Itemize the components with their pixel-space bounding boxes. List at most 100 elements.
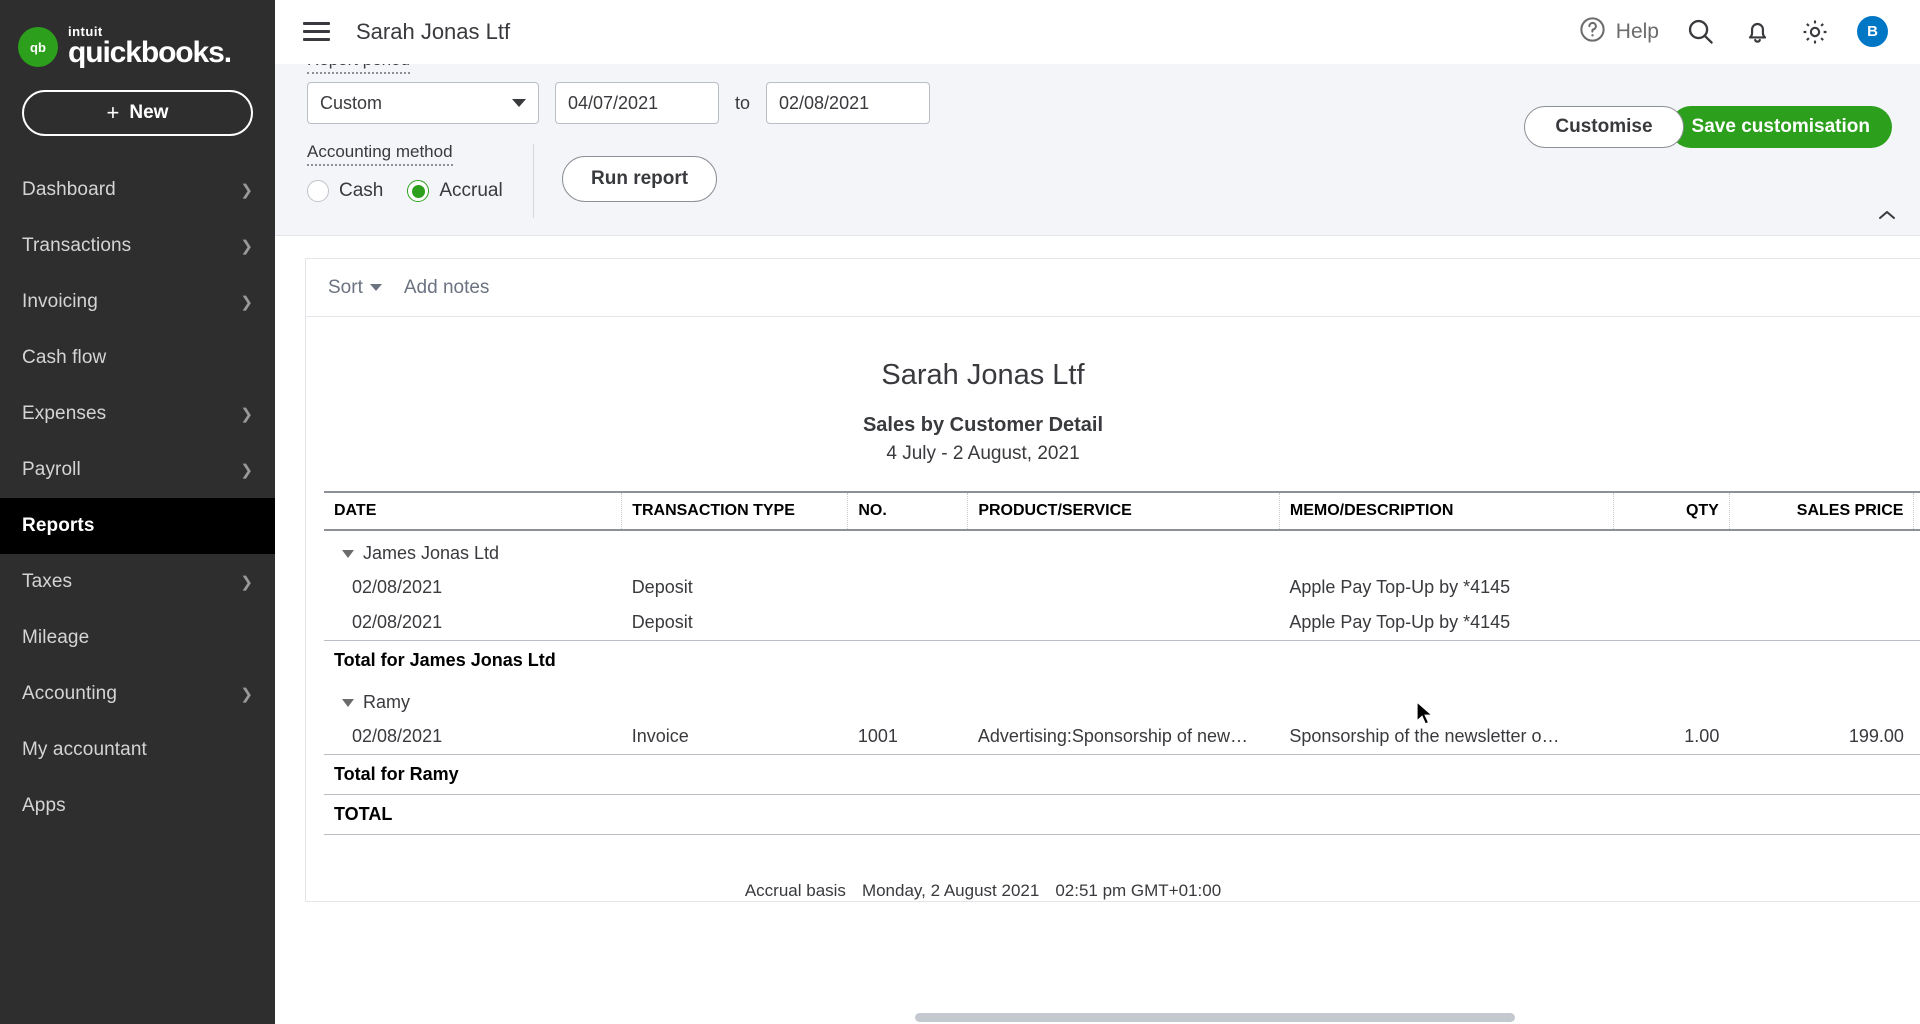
sidebar-item-label: Cash flow (22, 347, 107, 368)
sort-button[interactable]: Sort (328, 277, 382, 299)
total-label: TOTAL (324, 794, 1914, 835)
new-button[interactable]: + New (22, 90, 253, 136)
sidebar-item-label: Apps (22, 795, 66, 816)
cell-amount: 8.33 (1914, 605, 1920, 641)
cell-sales-price: 199.00 (1848, 726, 1904, 746)
sidebar-item-cash-flow[interactable]: Cash flow (0, 330, 275, 386)
cell-date: 02/08/2021 (352, 612, 443, 632)
sidebar-item-label: Invoicing (22, 291, 98, 312)
cell-memo-description: Apple Pay Top-Up by *4145 (1289, 612, 1511, 632)
horizontal-scrollbar[interactable] (915, 1013, 1515, 1022)
report-filter-panel: Report period Custom 04/07/2021 to 02/08… (275, 64, 1920, 236)
cell-date: 02/08/2021 (352, 726, 443, 746)
total-amount: £215.66 (1913, 794, 1920, 835)
collapse-panel-button[interactable] (1872, 201, 1902, 229)
customise-button[interactable]: Customise (1524, 106, 1684, 148)
triangle-down-icon[interactable] (342, 549, 354, 558)
column-header-memo-description[interactable]: MEMO/DESCRIPTION (1278, 491, 1614, 531)
gear-icon[interactable] (1799, 16, 1831, 48)
quickbooks-logo[interactable]: qb intuit quickbooks. (0, 0, 275, 72)
radio-accrual-label: Accrual (439, 180, 503, 201)
new-button-label: New (129, 102, 169, 123)
cell-transaction-type: Invoice (631, 726, 689, 746)
sidebar-item-transactions[interactable]: Transactions ❯ (0, 218, 275, 274)
company-name: Sarah Jonas Ltf (356, 18, 511, 44)
run-report-button[interactable]: Run report (562, 156, 718, 202)
column-header-date[interactable]: DATE (324, 491, 622, 531)
table-row[interactable]: 02/08/2021 Deposit Apple Pay Top-Up by *… (324, 605, 1920, 641)
group-name: James Jonas Ltd (363, 543, 500, 563)
cell-sales-price (1729, 570, 1914, 605)
sidebar-item-label: Dashboard (22, 179, 116, 200)
sidebar-item-expenses[interactable]: Expenses ❯ (0, 386, 275, 442)
sidebar-item-label: Payroll (22, 459, 81, 480)
triangle-down-icon[interactable] (342, 698, 354, 707)
avatar[interactable]: B (1857, 16, 1888, 47)
chevron-down-icon (369, 284, 382, 291)
date-to-value: 02/08/2021 (779, 92, 870, 113)
sidebar-item-label: Mileage (22, 627, 90, 648)
sidebar-item-label: My accountant (22, 739, 147, 760)
report-title: Sales by Customer Detail (862, 414, 1104, 436)
column-header-amount[interactable]: AMOUNT (1913, 491, 1920, 531)
sidebar-item-label: Expenses (22, 403, 107, 424)
radio-accrual[interactable]: Accrual (407, 180, 503, 202)
sidebar-item-my-accountant[interactable]: My accountant (0, 722, 275, 778)
column-header-no[interactable]: NO. (847, 491, 968, 531)
column-header-transaction-type[interactable]: TRANSACTION TYPE (621, 491, 848, 531)
report-company-name: Sarah Jonas Ltf (881, 359, 1085, 391)
cell-qty: 1.00 (1684, 726, 1720, 746)
menu-icon[interactable] (303, 22, 330, 41)
radio-cash[interactable]: Cash (307, 180, 383, 202)
subtotal-label: Total for James Jonas Ltd (324, 640, 1914, 680)
notification-bell-icon[interactable] (1742, 16, 1773, 47)
accounting-method-row: Accounting method Cash Accrual Run repor… (307, 142, 1892, 218)
cell-qty (1614, 570, 1729, 605)
filter-panel-actions: Customise Save customisation (1524, 106, 1892, 148)
group-header-row[interactable]: Ramy (324, 680, 1920, 719)
top-bar-actions: Help B (1578, 15, 1902, 49)
footer-time: 02:51 pm GMT+01:00 (1055, 881, 1222, 900)
date-from-input[interactable]: 04/07/2021 (555, 82, 719, 124)
grand-total-row: TOTAL £215.66 (324, 794, 1920, 835)
search-icon[interactable] (1685, 16, 1716, 47)
column-header-product-service[interactable]: PRODUCT/SERVICE (967, 491, 1280, 531)
table-row[interactable]: 02/08/2021 Deposit Apple Pay Top-Up by *… (324, 570, 1920, 605)
report-card: Sort Add notes Sarah Jonas Ltf Sales by … (305, 258, 1920, 902)
top-bar: Sarah Jonas Ltf Help B (275, 0, 1920, 64)
sidebar-item-label: Transactions (22, 235, 132, 256)
sidebar-item-dashboard[interactable]: Dashboard ❯ (0, 162, 275, 218)
column-header-sales-price[interactable]: SALES PRICE (1728, 491, 1914, 531)
plus-icon: + (106, 100, 120, 125)
add-notes-button[interactable]: Add notes (404, 277, 490, 299)
help-button[interactable]: Help (1578, 15, 1659, 49)
report-period-label: Report period (307, 64, 411, 74)
date-to-input[interactable]: 02/08/2021 (766, 82, 931, 124)
table-header-row: DATE TRANSACTION TYPE NO. PRODUCT/SERVIC… (324, 491, 1920, 531)
sort-label: Sort (328, 276, 363, 298)
sidebar-item-label: Taxes (22, 571, 73, 592)
sidebar-item-apps[interactable]: Apps (0, 778, 275, 834)
main-content: Sarah Jonas Ltf Help B Custom 04/07/2021… (275, 0, 1920, 1024)
group-header-row[interactable]: James Jonas Ltd (324, 530, 1920, 570)
sidebar-item-invoicing[interactable]: Invoicing ❯ (0, 274, 275, 330)
sidebar-item-reports[interactable]: Reports (0, 498, 275, 554)
sidebar-item-taxes[interactable]: Taxes ❯ (0, 554, 275, 610)
help-label: Help (1615, 19, 1659, 43)
svg-text:qb: qb (30, 40, 46, 55)
report-period-select[interactable]: Custom (307, 82, 539, 124)
subtotal-label: Total for Ramy (324, 754, 1914, 795)
radio-cash-label: Cash (339, 180, 384, 201)
chevron-right-icon: ❯ (240, 685, 253, 703)
table-row[interactable]: 02/08/2021 Invoice 1001 Advertising:Spon… (324, 719, 1920, 755)
chevron-right-icon: ❯ (240, 461, 253, 479)
sidebar-item-accounting[interactable]: Accounting ❯ (0, 666, 275, 722)
sidebar-item-payroll[interactable]: Payroll ❯ (0, 442, 275, 498)
subtotal-amount: £16.66 (1913, 640, 1920, 680)
sidebar-item-mileage[interactable]: Mileage (0, 610, 275, 666)
date-from-value: 04/07/2021 (568, 92, 659, 113)
brand-quickbooks-text: quickbooks. (68, 36, 232, 70)
column-header-qty[interactable]: QTY (1613, 491, 1730, 531)
cell-qty (1614, 605, 1729, 641)
save-customisation-button[interactable]: Save customisation (1669, 106, 1892, 148)
